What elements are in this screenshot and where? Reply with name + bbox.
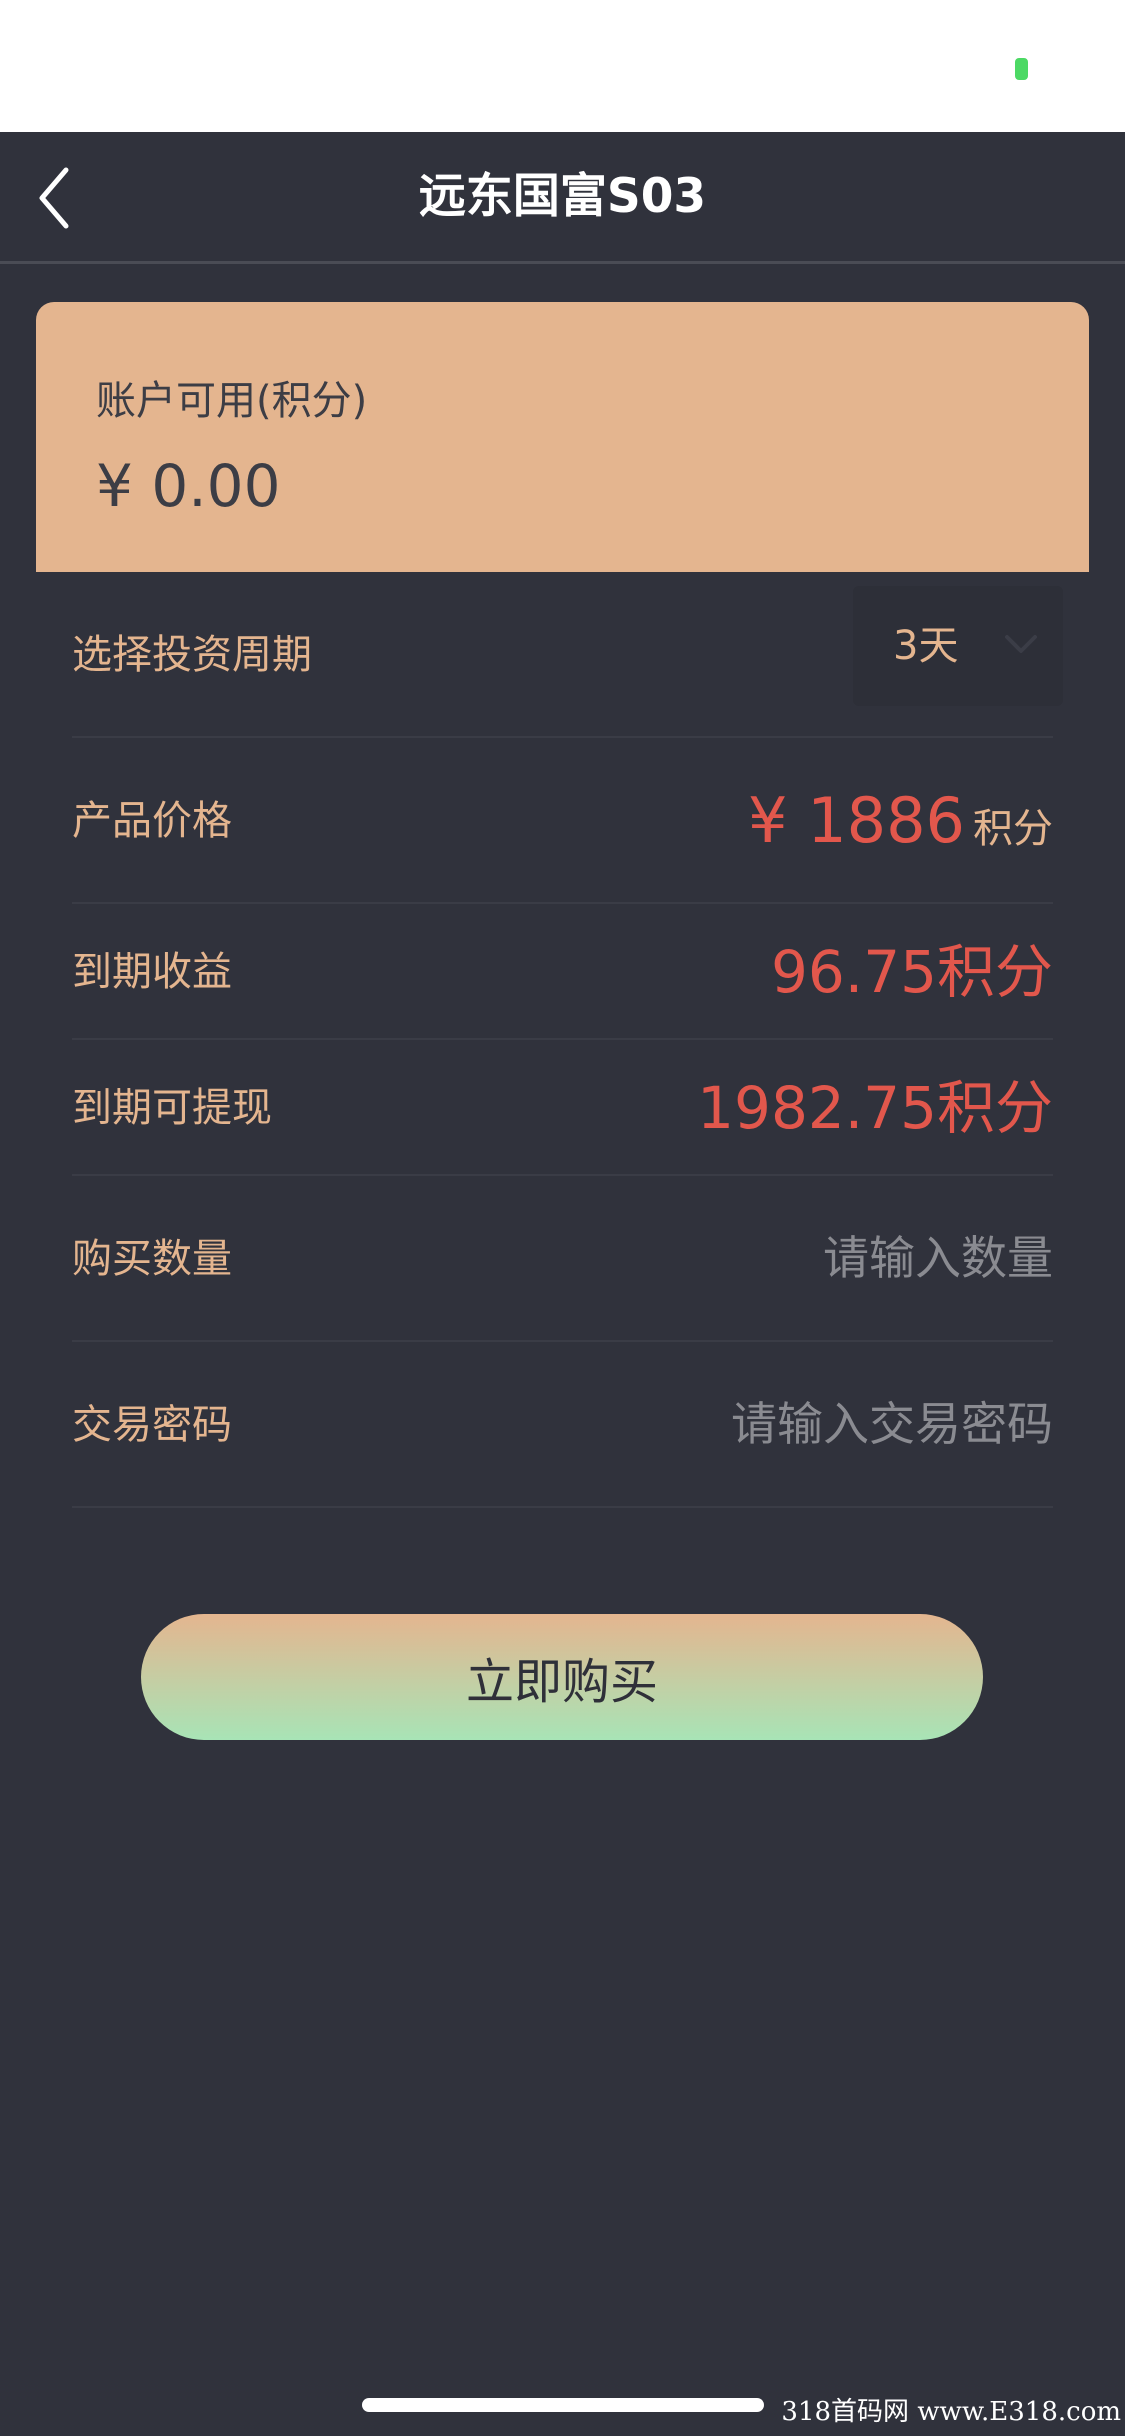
account-balance: ¥ 0.00 — [96, 452, 281, 520]
status-bar — [0, 0, 1125, 132]
price-unit: 积分 — [973, 806, 1053, 852]
watermark: 318首码网 www.E318.com — [781, 2391, 1121, 2428]
price-row: 产品价格 ¥ 1886 积分 — [72, 738, 1053, 904]
password-label: 交易密码 — [72, 1402, 232, 1448]
period-label: 选择投资周期 — [72, 632, 312, 678]
quantity-input[interactable] — [533, 1176, 1053, 1340]
account-label: 账户可用(积分) — [96, 378, 368, 424]
profit-row: 到期收益 96.75积分 — [72, 904, 1053, 1040]
quantity-label: 购买数量 — [72, 1236, 232, 1282]
chevron-down-icon — [1005, 635, 1037, 653]
quantity-row: 购买数量 — [72, 1176, 1053, 1342]
period-select[interactable]: 3天 — [853, 586, 1063, 706]
profit-label: 到期收益 — [72, 949, 232, 995]
price-label: 产品价格 — [72, 798, 232, 844]
profit-value: 96.75积分 — [770, 938, 1053, 1006]
period-row: 选择投资周期 3天 — [72, 572, 1063, 738]
withdraw-row: 到期可提现 1982.75积分 — [72, 1040, 1053, 1176]
buy-now-button[interactable]: 立即购买 — [141, 1614, 983, 1740]
home-indicator[interactable] — [362, 2398, 764, 2412]
password-row: 交易密码 — [72, 1342, 1053, 1508]
price-value: ¥ 1886 — [748, 784, 965, 857]
battery-icon — [1015, 58, 1028, 80]
price-value-group: ¥ 1886 积分 — [748, 738, 1053, 920]
page-title: 远东国富S03 — [418, 169, 707, 224]
withdraw-value: 1982.75积分 — [697, 1074, 1053, 1142]
period-value: 3天 — [893, 623, 959, 669]
account-card: 账户可用(积分) ¥ 0.00 — [36, 302, 1089, 572]
password-input[interactable] — [533, 1342, 1053, 1506]
nav-bar: 远东国富S03 — [0, 132, 1125, 264]
withdraw-label: 到期可提现 — [72, 1085, 272, 1131]
